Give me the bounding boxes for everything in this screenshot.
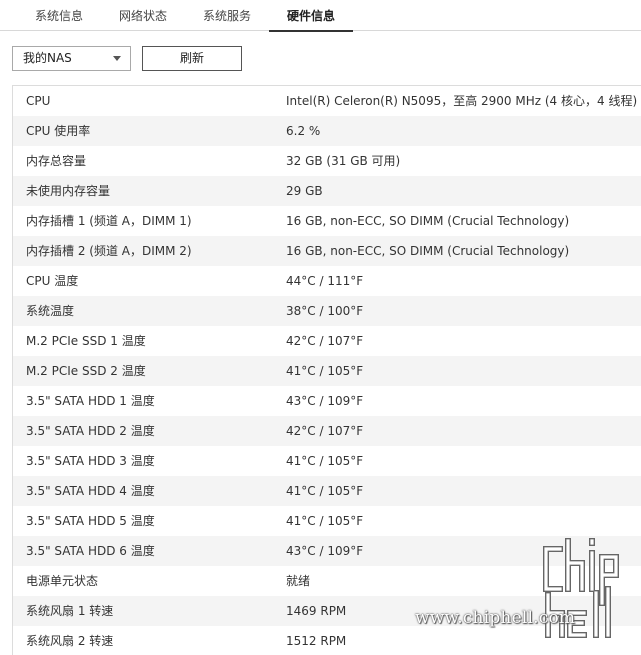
row-value: 1469 RPM (286, 604, 347, 618)
row-value: Intel(R) Celeron(R) N5095，至高 2900 MHz (4… (286, 94, 638, 108)
table-row: M.2 PCIe SSD 1 温度 42°C / 107°F (13, 326, 641, 356)
row-value: 42°C / 107°F (286, 334, 364, 348)
row-label: 3.5" SATA HDD 2 温度 (26, 424, 155, 438)
table-row: 3.5" SATA HDD 1 温度 43°C / 109°F (13, 386, 641, 416)
row-value: 42°C / 107°F (286, 424, 364, 438)
table-row: 内存插槽 1 (频道 A，DIMM 1) 16 GB, non-ECC, SO D… (13, 206, 641, 236)
table-row: CPU Intel(R) Celeron(R) N5095，至高 2900 MHz… (13, 86, 641, 116)
row-value: 6.2 % (286, 124, 321, 138)
row-label: 3.5" SATA HDD 4 温度 (26, 484, 155, 498)
refresh-button[interactable]: 刷新 (142, 46, 242, 71)
row-label: 内存插槽 2 (频道 A，DIMM 2) (26, 244, 192, 258)
row-label: 3.5" SATA HDD 6 温度 (26, 544, 155, 558)
table-row: 系统温度 38°C / 100°F (13, 296, 641, 326)
row-label: CPU 温度 (26, 274, 79, 288)
row-value: 41°C / 105°F (286, 514, 364, 528)
hardware-info-page: 系统信息 网络状态 系统服务 硬件信息 我的NAS 刷新 CPU Intel(R)… (0, 0, 641, 655)
row-label: 电源单元状态 (26, 574, 99, 588)
table-row: CPU 温度 44°C / 111°F (13, 266, 641, 296)
tab-bar: 系统信息 网络状态 系统服务 硬件信息 (0, 0, 641, 32)
tab-system-services[interactable]: 系统服务 (189, 0, 265, 31)
table-row: 3.5" SATA HDD 2 温度 42°C / 107°F (13, 416, 641, 446)
tab-system-info[interactable]: 系统信息 (21, 0, 97, 31)
table-row: CPU 使用率 6.2 % (13, 116, 641, 146)
tab-network-status[interactable]: 网络状态 (105, 0, 181, 31)
device-select[interactable]: 我的NAS (12, 46, 131, 71)
row-value: 41°C / 105°F (286, 484, 364, 498)
row-label: 3.5" SATA HDD 5 温度 (26, 514, 155, 528)
row-value: 1512 RPM (286, 634, 347, 648)
table-row: M.2 PCIe SSD 2 温度 41°C / 105°F (13, 356, 641, 386)
row-label: 系统风扇 2 转速 (26, 634, 114, 648)
row-value: 44°C / 111°F (286, 274, 364, 288)
table-row: 3.5" SATA HDD 5 温度 41°C / 105°F (13, 506, 641, 536)
device-select-value: 我的NAS (23, 51, 72, 65)
row-label: 3.5" SATA HDD 3 温度 (26, 454, 155, 468)
table-row: 未使用内存容量 29 GB (13, 176, 641, 206)
row-label: 未使用内存容量 (26, 184, 111, 198)
table-row: 内存总容量 32 GB (31 GB 可用) (13, 146, 641, 176)
table-row: 3.5" SATA HDD 4 温度 41°C / 105°F (13, 476, 641, 506)
table-row: 内存插槽 2 (频道 A，DIMM 2) 16 GB, non-ECC, SO D… (13, 236, 641, 266)
row-label: 3.5" SATA HDD 1 温度 (26, 394, 155, 408)
row-value: 41°C / 105°F (286, 364, 364, 378)
row-value: 就绪 (286, 574, 311, 588)
row-value: 29 GB (286, 184, 323, 198)
chevron-down-icon (113, 56, 121, 61)
watermark-url: www.chiphell.com (415, 608, 576, 628)
row-label: 内存总容量 (26, 154, 87, 168)
row-label: 系统风扇 1 转速 (26, 604, 114, 618)
row-label: M.2 PCIe SSD 2 温度 (26, 364, 146, 378)
row-value: 43°C / 109°F (286, 544, 364, 558)
row-value: 16 GB, non-ECC, SO DIMM (Crucial Technol… (286, 214, 570, 228)
row-label: CPU (26, 94, 51, 108)
row-value: 43°C / 109°F (286, 394, 364, 408)
row-value: 38°C / 100°F (286, 304, 364, 318)
row-label: M.2 PCIe SSD 1 温度 (26, 334, 146, 348)
row-label: CPU 使用率 (26, 124, 91, 138)
row-label: 内存插槽 1 (频道 A，DIMM 1) (26, 214, 192, 228)
tab-hardware-info[interactable]: 硬件信息 (269, 0, 353, 32)
row-value: 16 GB, non-ECC, SO DIMM (Crucial Technol… (286, 244, 570, 258)
row-value: 32 GB (31 GB 可用) (286, 154, 401, 168)
row-value: 41°C / 105°F (286, 454, 364, 468)
row-label: 系统温度 (26, 304, 75, 318)
table-row: 3.5" SATA HDD 3 温度 41°C / 105°F (13, 446, 641, 476)
